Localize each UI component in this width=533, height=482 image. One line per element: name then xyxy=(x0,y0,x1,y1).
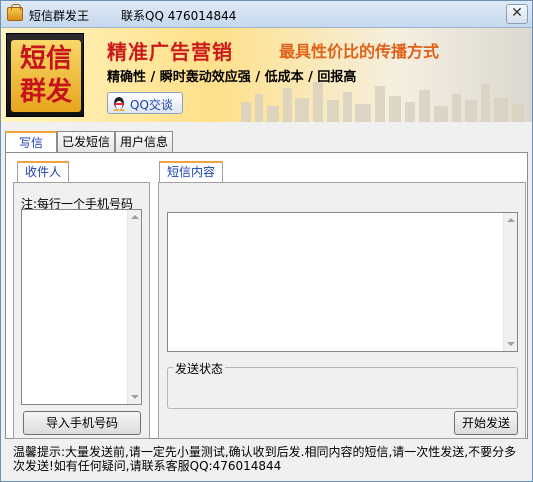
slogan-sub: 最具性价比的传播方式 xyxy=(279,42,440,61)
logo-text-1: 短信 xyxy=(19,44,72,74)
qq-penguin-icon xyxy=(113,97,125,111)
recipients-tab[interactable]: 收件人 xyxy=(17,161,69,183)
logo-text-2: 群发 xyxy=(19,77,72,107)
app-icon xyxy=(7,4,23,21)
message-scroll-down-icon[interactable] xyxy=(507,342,515,346)
title-bar[interactable]: 短信群发王 联系QQ 476014844 ✕ xyxy=(1,1,532,28)
message-textarea[interactable] xyxy=(167,212,518,352)
message-tab[interactable]: 短信内容 xyxy=(159,161,223,183)
message-scroll-up-icon[interactable] xyxy=(507,218,515,222)
logo-inner: 短信 群发 xyxy=(11,40,81,112)
scroll-down-icon[interactable] xyxy=(131,395,139,399)
window-title: 短信群发王 xyxy=(29,9,90,23)
start-send-button[interactable]: 开始发送 xyxy=(454,411,518,435)
banner: 短信 群发 精准广告营销 最具性价比的传播方式 精确性 / 瞬时轰动效应强 / … xyxy=(1,28,532,122)
close-button[interactable]: ✕ xyxy=(506,4,528,24)
slogan-main: 精准广告营销 xyxy=(107,40,233,64)
message-scrollbar[interactable] xyxy=(503,213,517,351)
main-window: 短信群发王 联系QQ 476014844 ✕ 短信 群发 精准广告营销 最具性价… xyxy=(0,0,533,482)
qq-chat-button[interactable]: QQ交谈 xyxy=(107,92,183,114)
close-icon[interactable]: ✕ xyxy=(511,5,523,21)
phone-number-list[interactable] xyxy=(21,209,142,405)
scroll-up-icon[interactable] xyxy=(131,215,139,219)
city-skyline-icon xyxy=(241,82,524,122)
phone-list-scrollbar[interactable] xyxy=(127,210,141,404)
tab-sent[interactable]: 已发短信 xyxy=(57,131,115,153)
send-status-label: 发送状态 xyxy=(173,360,226,377)
import-numbers-button[interactable]: 导入手机号码 xyxy=(23,411,141,435)
qq-chat-label: QQ交谈 xyxy=(130,98,173,112)
tab-user-info[interactable]: 用户信息 xyxy=(115,131,173,153)
footer-tip: 温馨提示:大量发送前,请一定先小量测试,确认收到后发.相同内容的短信,请一次性发… xyxy=(13,445,517,473)
logo: 短信 群发 xyxy=(6,33,84,117)
tab-compose[interactable]: 写信 xyxy=(5,131,57,154)
title-contact: 联系QQ 476014844 xyxy=(121,9,237,23)
